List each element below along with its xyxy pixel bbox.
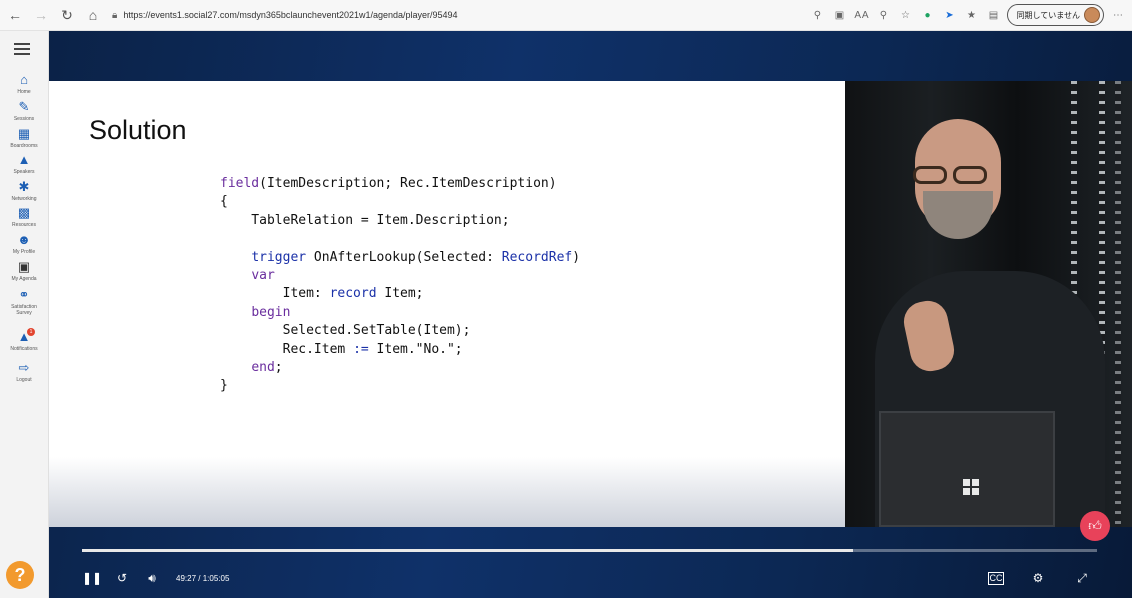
notification-badge: 1 bbox=[27, 328, 35, 336]
favorites-icon[interactable]: ★ bbox=[963, 7, 979, 23]
thumbs-up-icon: 👍︎ bbox=[1088, 518, 1102, 533]
captions-icon[interactable]: CC bbox=[988, 571, 1004, 585]
sidebar-item-logout[interactable]: ⇨ Logout bbox=[0, 360, 48, 384]
refresh-icon[interactable]: ↻ bbox=[56, 4, 78, 26]
pencil-icon: ✎ bbox=[18, 99, 30, 114]
progress-bar[interactable] bbox=[82, 549, 1097, 552]
lock-icon: 🔒︎ bbox=[112, 9, 118, 21]
reader-icon[interactable]: ▣ bbox=[831, 7, 847, 23]
sidebar-item-home[interactable]: ⌂ Home bbox=[0, 72, 48, 96]
server-rack bbox=[1115, 81, 1121, 527]
resources-icon: ▩ bbox=[17, 205, 31, 220]
browser-toolbar: ← → ↻ ⌂ 🔒︎ https://events1.social27.com/… bbox=[0, 0, 1132, 31]
time-separator: / bbox=[198, 573, 201, 583]
laptop bbox=[879, 411, 1055, 527]
windows-logo-icon bbox=[963, 479, 979, 495]
sidebar-item-label: Speakers bbox=[13, 169, 35, 175]
help-button[interactable]: ? bbox=[6, 561, 34, 589]
sidebar-item-label: My Agenda bbox=[11, 276, 37, 282]
controls-right: CC ⚙ ⤢ bbox=[988, 565, 1102, 591]
pause-icon[interactable]: ❚❚ bbox=[82, 568, 102, 588]
presentation-slide: Solution field(ItemDescription; Rec.Item… bbox=[49, 81, 845, 527]
menu-icon[interactable] bbox=[14, 43, 30, 55]
current-time: 49:27 bbox=[176, 573, 197, 583]
search-icon[interactable]: ⚲ bbox=[809, 7, 825, 23]
sidebar-item-my-agenda[interactable]: ▣ My Agenda bbox=[0, 259, 48, 283]
extension-green-icon[interactable]: ● bbox=[919, 7, 935, 23]
boardroom-icon: ▦ bbox=[17, 126, 31, 141]
home-icon[interactable]: ⌂ bbox=[82, 4, 104, 26]
profile-button[interactable]: 同期していません bbox=[1007, 4, 1104, 26]
survey-icon: ⚭ bbox=[18, 287, 30, 302]
event-sidebar: ⌂ Home ✎ Sessions ▦ Boardrooms ▲ Speaker… bbox=[0, 31, 49, 598]
agenda-icon: ▣ bbox=[17, 259, 31, 274]
player-controls: ❚❚ ↺ 🔊︎ 49:27 / 1:05:05 CC ⚙ ⤢ bbox=[82, 565, 1102, 591]
url-text: https://events1.social27.com/msdyn365bcl… bbox=[123, 10, 458, 20]
sidebar-item-label: Home bbox=[17, 89, 31, 95]
favorite-add-icon[interactable]: ☆ bbox=[897, 7, 913, 23]
read-aloud-icon[interactable]: A A bbox=[853, 7, 869, 23]
address-bar[interactable]: 🔒︎ https://events1.social27.com/msdyn365… bbox=[112, 4, 458, 26]
profile-label: 同期していません bbox=[1016, 10, 1080, 20]
total-time: 1:05:05 bbox=[202, 573, 230, 583]
profile-icon: ☻ bbox=[17, 232, 31, 247]
speaker-glasses bbox=[913, 166, 1003, 184]
logout-icon: ⇨ bbox=[18, 360, 30, 375]
sidebar-item-label: Satisfaction Survey bbox=[11, 304, 37, 316]
more-icon[interactable]: ⋯ bbox=[1110, 7, 1126, 23]
progress-fill bbox=[82, 549, 854, 552]
code-block: field(ItemDescription; Rec.ItemDescripti… bbox=[220, 176, 581, 394]
sidebar-item-label: Networking bbox=[11, 196, 37, 202]
home-icon: ⌂ bbox=[20, 72, 28, 87]
slide-fade bbox=[49, 457, 845, 527]
sidebar-item-networking[interactable]: ✱ Networking bbox=[0, 179, 48, 203]
toolbar-right: ⚲ ▣ A A ⚲ ☆ ● ➤ ★ ▤ 同期していません ⋯ bbox=[809, 4, 1126, 26]
fullscreen-icon[interactable]: ⤢ bbox=[1072, 568, 1092, 588]
avatar bbox=[1084, 7, 1100, 23]
back-icon[interactable]: ← bbox=[4, 4, 26, 26]
speaker-video bbox=[845, 81, 1132, 527]
sidebar-item-sessions[interactable]: ✎ Sessions bbox=[0, 99, 48, 123]
video-player[interactable]: Solution field(ItemDescription; Rec.Item… bbox=[49, 31, 1132, 598]
sidebar-item-label: Resources bbox=[12, 222, 36, 228]
sidebar-item-speakers[interactable]: ▲ Speakers bbox=[0, 152, 48, 176]
sidebar-item-label: Boardrooms bbox=[10, 143, 38, 149]
rewind-icon[interactable]: ↺ bbox=[112, 568, 132, 588]
like-button[interactable]: 👍︎ bbox=[1080, 511, 1110, 541]
extension-blue-icon[interactable]: ➤ bbox=[941, 7, 957, 23]
sidebar-item-resources[interactable]: ▩ Resources bbox=[0, 205, 48, 229]
sidebar-item-boardrooms[interactable]: ▦ Boardrooms bbox=[0, 126, 48, 150]
sidebar-item-satisfaction-survey[interactable]: ⚭ Satisfaction Survey bbox=[0, 287, 48, 317]
sidebar-item-notifications[interactable]: ▲ 1 Notifications bbox=[0, 328, 48, 352]
sidebar-item-label: Sessions bbox=[13, 116, 35, 122]
speaker-icon: ▲ bbox=[17, 152, 31, 167]
sidebar-item-label: My Profile bbox=[12, 249, 36, 255]
volume-icon[interactable]: 🔊︎ bbox=[142, 568, 162, 588]
forward-icon[interactable]: → bbox=[30, 4, 52, 26]
zoom-icon[interactable]: ⚲ bbox=[875, 7, 891, 23]
sidebar-item-label: Logout bbox=[16, 377, 32, 383]
timecode: 49:27 / 1:05:05 bbox=[176, 574, 229, 583]
slide-title: Solution bbox=[89, 115, 187, 145]
sidebar-item-my-profile[interactable]: ☻ My Profile bbox=[0, 232, 48, 256]
settings-icon[interactable]: ⚙ bbox=[1028, 568, 1048, 588]
speaker-beard bbox=[923, 191, 993, 239]
networking-icon: ✱ bbox=[18, 179, 30, 194]
sidebar-item-label: Notifications bbox=[10, 346, 38, 352]
collections-icon[interactable]: ▤ bbox=[985, 7, 1001, 23]
